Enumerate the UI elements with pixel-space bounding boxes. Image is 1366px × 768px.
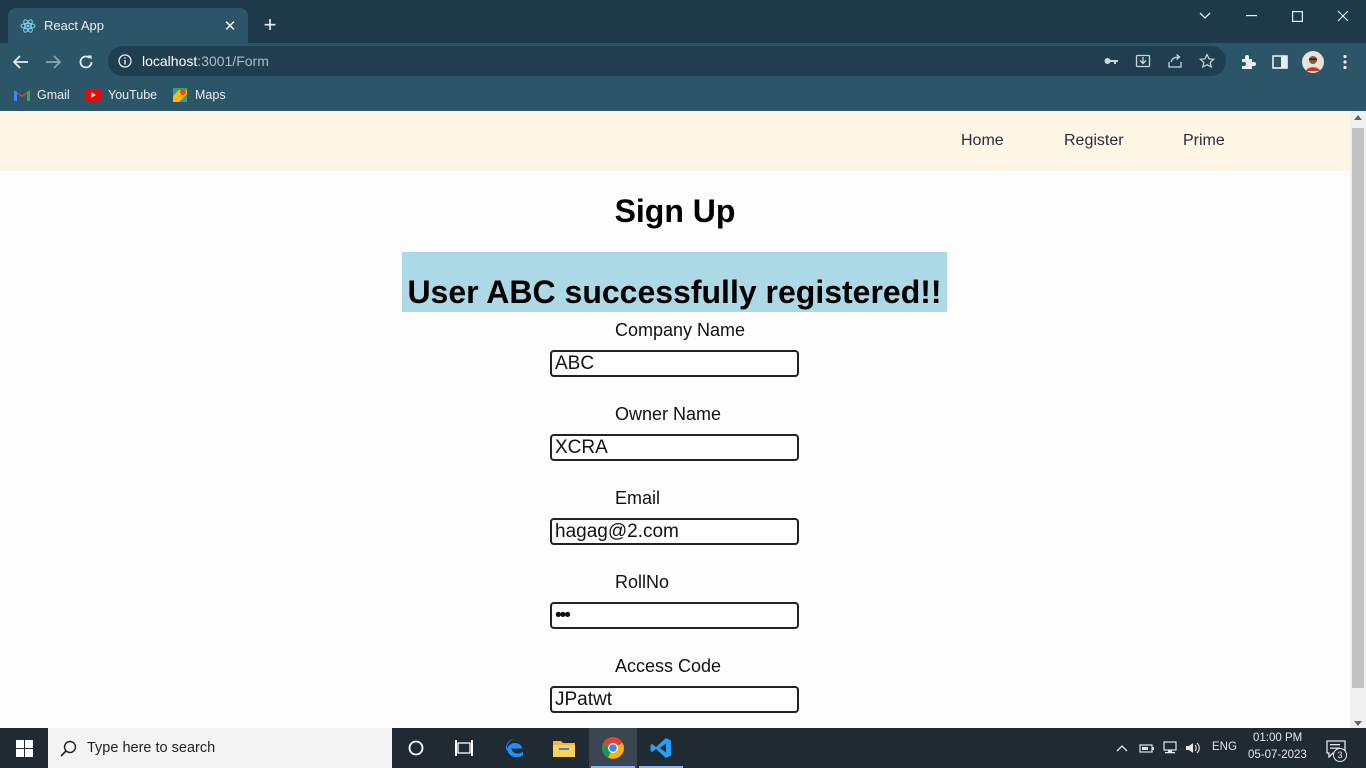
company-name-label: Company Name: [615, 320, 746, 340]
browser-toolbar: localhost:3001/Form: [0, 43, 1366, 80]
info-icon[interactable]: [118, 54, 132, 68]
chevron-up-icon[interactable]: [1114, 740, 1130, 756]
address-bar[interactable]: localhost:3001/Form: [108, 46, 1226, 76]
tab-title: React App: [44, 18, 104, 33]
page-title: Sign Up: [614, 193, 736, 229]
file-explorer-icon[interactable]: [540, 728, 588, 768]
back-arrow-icon[interactable]: [8, 49, 34, 75]
access-code-input[interactable]: [550, 686, 799, 713]
extensions-icon[interactable]: [1239, 53, 1257, 71]
youtube-icon: [85, 87, 101, 103]
bookmark-star-icon[interactable]: [1199, 53, 1215, 69]
battery-icon[interactable]: [1139, 740, 1155, 756]
owner-name-input[interactable]: [550, 434, 799, 461]
react-icon: [20, 18, 36, 34]
owner-name-label: Owner Name: [615, 404, 722, 424]
new-tab-icon[interactable]: +: [258, 13, 282, 37]
site-navbar: Home Register Prime: [0, 111, 1350, 171]
company-name-input[interactable]: [550, 350, 799, 377]
scroll-thumb[interactable]: [1352, 128, 1364, 688]
edge-icon[interactable]: [491, 728, 539, 768]
share-icon[interactable]: [1167, 53, 1183, 69]
bookmark-youtube[interactable]: YouTube: [85, 85, 157, 105]
scroll-up-arrow-icon[interactable]: [1354, 115, 1362, 120]
success-banner: User ABC successfully registered!!: [402, 252, 947, 312]
browser-tab[interactable]: React App ✕: [8, 8, 248, 43]
more-menu-icon[interactable]: [1336, 53, 1354, 71]
vscode-icon[interactable]: [637, 728, 685, 768]
notification-count-badge: 3: [1333, 748, 1347, 762]
chrome-taskbar-icon[interactable]: [589, 728, 637, 768]
install-icon[interactable]: [1135, 53, 1151, 69]
cortana-icon[interactable]: [392, 728, 440, 768]
nav-link-home[interactable]: Home: [961, 132, 1004, 150]
key-icon[interactable]: [1103, 53, 1119, 69]
side-panel-icon[interactable]: [1271, 53, 1289, 71]
gmail-icon: [14, 87, 30, 103]
windows-start-icon[interactable]: [0, 728, 48, 768]
close-window-icon[interactable]: [1320, 0, 1366, 32]
profile-avatar[interactable]: [1302, 51, 1324, 73]
nav-link-prime[interactable]: Prime: [1183, 132, 1225, 150]
bookmarks-bar: Gmail YouTube Maps: [0, 80, 1366, 111]
page-scrollbar[interactable]: [1350, 111, 1366, 728]
minimize-icon[interactable]: [1228, 0, 1274, 32]
email-label: Email: [615, 488, 661, 508]
maps-icon: [172, 87, 188, 103]
scroll-down-arrow-icon[interactable]: [1354, 721, 1362, 726]
search-placeholder: Type here to search: [87, 740, 216, 756]
tab-close-icon[interactable]: ✕: [222, 17, 238, 35]
tab-search-icon[interactable]: [1182, 0, 1228, 32]
clock-date[interactable]: 05-07-2023: [1248, 749, 1307, 761]
maximize-icon[interactable]: [1274, 0, 1320, 32]
url-path: :3001/Form: [197, 53, 269, 69]
page-viewport: Home Register Prime Sign Up User ABC suc…: [0, 111, 1350, 728]
forward-arrow-icon[interactable]: [40, 49, 66, 75]
access-code-label: Access Code: [615, 656, 722, 676]
nav-link-register[interactable]: Register: [1064, 132, 1124, 150]
taskbar-search-box[interactable]: Type here to search: [48, 728, 392, 768]
network-icon[interactable]: [1162, 740, 1178, 756]
bookmark-gmail[interactable]: Gmail: [14, 85, 70, 105]
bookmark-maps[interactable]: Maps: [172, 85, 226, 105]
email-input[interactable]: [550, 518, 799, 545]
url-host: localhost: [142, 53, 198, 69]
clock-time[interactable]: 01:00 PM: [1253, 732, 1302, 744]
volume-icon[interactable]: [1185, 740, 1201, 756]
rollno-password-input[interactable]: [550, 602, 799, 629]
success-message: User ABC successfully registered!!: [407, 274, 942, 310]
search-icon: [60, 740, 77, 757]
rollno-label: RollNo: [615, 572, 670, 592]
windows-taskbar: Type here to search ENG 01:00 PM 05-07-2…: [0, 728, 1366, 768]
browser-tab-strip: React App ✕ +: [0, 0, 1366, 43]
task-view-icon[interactable]: [440, 728, 488, 768]
reload-icon[interactable]: [73, 49, 99, 75]
language-indicator[interactable]: ENG: [1212, 741, 1237, 753]
